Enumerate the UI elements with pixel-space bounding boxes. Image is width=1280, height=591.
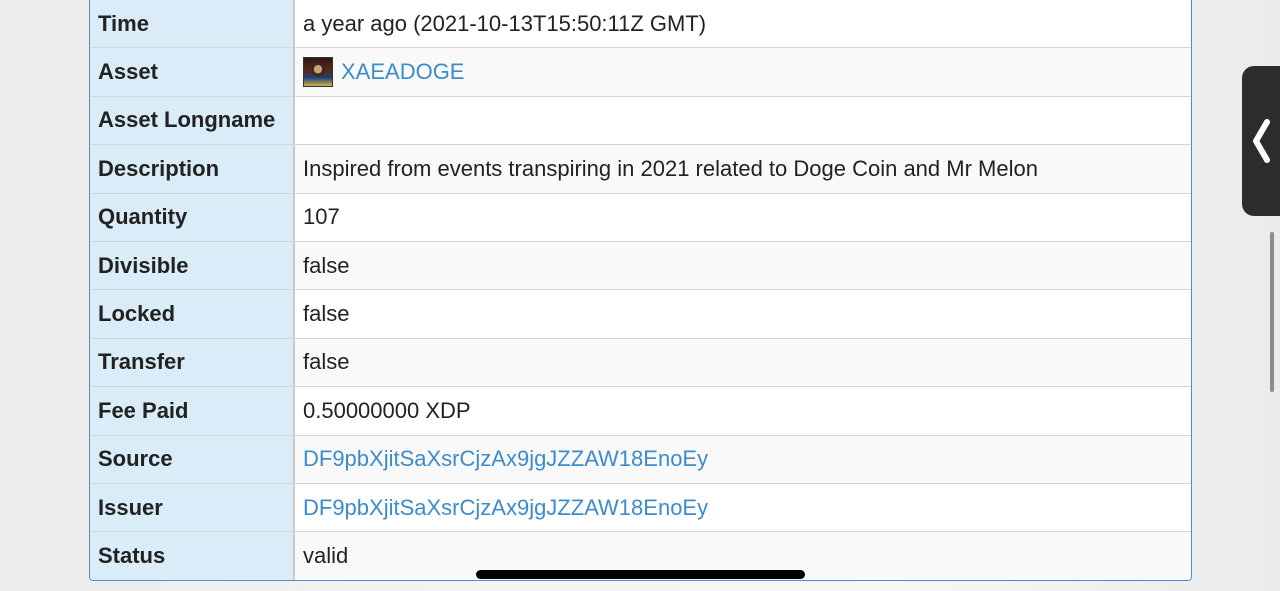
table-row-divisible: Divisible false [90,240,1191,290]
row-value-quantity: 107 [295,193,1191,241]
row-value-transfer: false [295,338,1191,387]
table-row-fee-paid: Fee Paid 0.50000000 XDP [90,386,1191,435]
issuer-address-link[interactable]: DF9pbXjitSaXsrCjzAx9jgJZZAW18EnoEy [303,495,708,521]
asset-image-icon[interactable] [303,57,333,88]
row-value-fee-paid: 0.50000000 XDP [295,387,1191,435]
table-row-locked: Locked false [90,289,1191,338]
row-label: Asset Longname [90,96,295,145]
table-row-quantity: Quantity 107 [90,192,1191,241]
row-label: Divisible [90,241,295,290]
chevron-left-icon [1253,119,1270,163]
home-indicator[interactable] [476,570,805,579]
table-row-time: Time a year ago (2021-10-13T15:50:11Z GM… [90,0,1191,48]
row-value-source: DF9pbXjitSaXsrCjzAx9jgJZZAW18EnoEy [295,435,1191,483]
table-row-asset: Asset XAEADOGE [90,47,1191,96]
row-value-locked: false [295,290,1191,338]
table-row-description: Description Inspired from events transpi… [90,144,1191,193]
row-label: Locked [90,290,295,338]
source-address-link[interactable]: DF9pbXjitSaXsrCjzAx9jgJZZAW18EnoEy [303,446,708,472]
row-label: Status [90,532,295,580]
table-row-issuer: Issuer DF9pbXjitSaXsrCjzAx9jgJZZAW18EnoE… [90,482,1191,532]
row-label: Issuer [90,483,295,532]
row-value-description: Inspired from events transpiring in 2021… [295,145,1191,193]
table-row-transfer: Transfer false [90,337,1191,387]
table-row-asset-longname: Asset Longname [90,95,1191,145]
row-label: Source [90,435,295,483]
row-label: Transfer [90,338,295,387]
scrollbar[interactable] [1270,232,1274,392]
row-value-divisible: false [295,241,1191,290]
table-row-source: Source DF9pbXjitSaXsrCjzAx9jgJZZAW18EnoE… [90,434,1191,483]
row-value-asset-longname [295,96,1191,145]
row-label: Description [90,145,295,193]
row-label: Asset [90,48,295,96]
row-label: Quantity [90,193,295,241]
row-value-time: a year ago (2021-10-13T15:50:11Z GMT) [295,0,1191,48]
row-value-issuer: DF9pbXjitSaXsrCjzAx9jgJZZAW18EnoEy [295,483,1191,532]
details-table: Time a year ago (2021-10-13T15:50:11Z GM… [89,0,1192,581]
side-panel-handle[interactable] [1242,66,1280,216]
row-label: Time [90,0,295,48]
row-label: Fee Paid [90,387,295,435]
row-value-asset: XAEADOGE [295,48,1191,96]
asset-link[interactable]: XAEADOGE [341,59,464,85]
